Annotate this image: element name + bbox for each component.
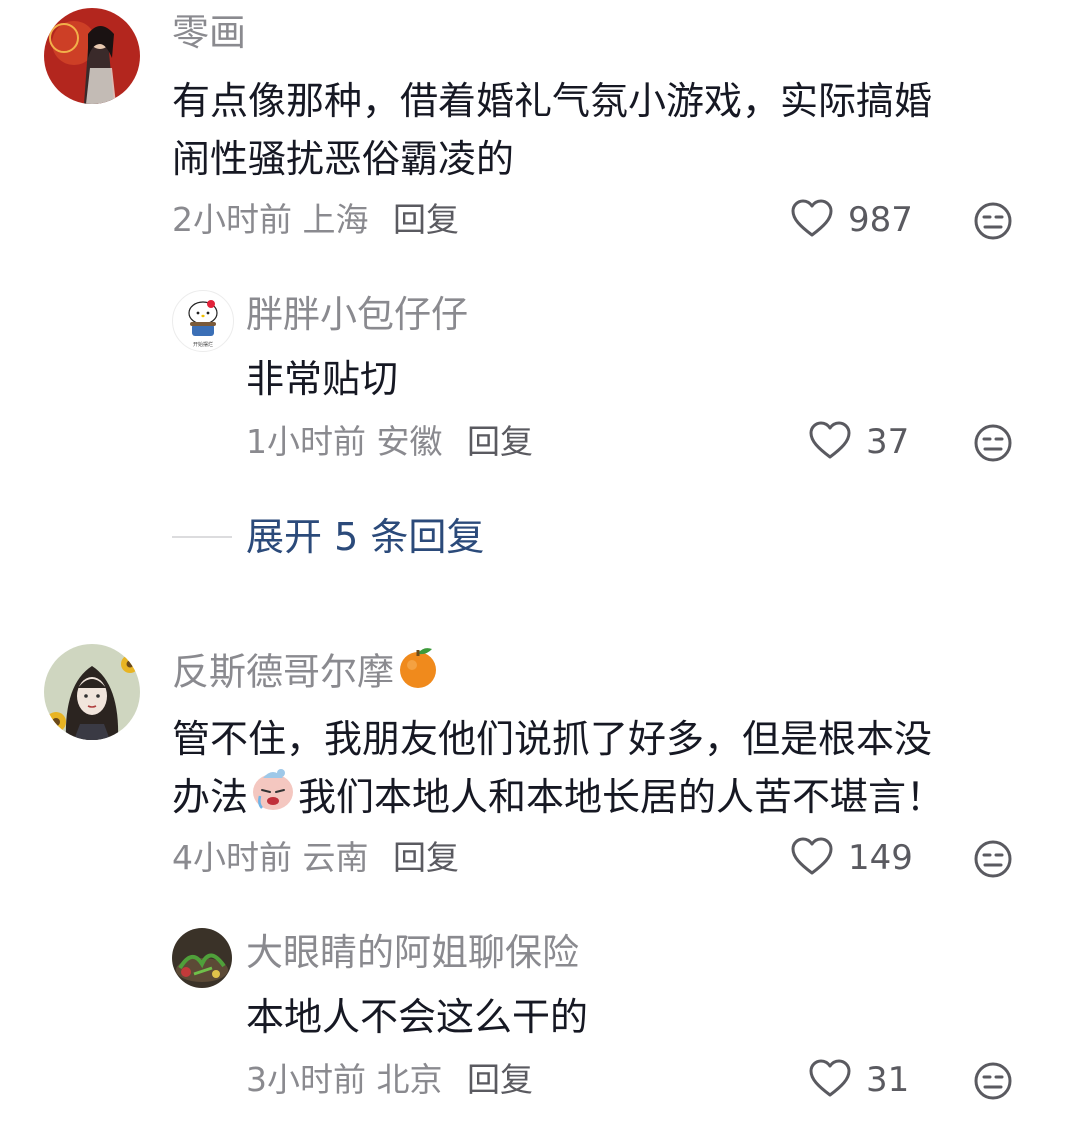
dislike-face-icon[interactable] [973,1061,1013,1105]
comment-content-line: 闹性骚扰恶俗霸凌的 [172,137,515,181]
comment-content: 有点像那种，借着婚礼气氛小游戏，实际搞婚 闹性骚扰恶俗霸凌的 [172,72,932,188]
reply-location: 安徽 [376,422,443,461]
like-button[interactable]: 31 [808,1058,909,1102]
comment-username[interactable]: 反斯德哥尔摩 [172,648,442,697]
reply-button[interactable]: 回复 [467,1060,533,1099]
comment-content-line: 办法 我们本地人和本地长居的人苦不堪言！ [172,768,944,830]
comment-content-line: 有点像那种，借着婚礼气氛小游戏，实际搞婚 [172,79,933,123]
heart-icon [808,420,852,464]
avatar[interactable] [172,928,232,988]
avatar-caption: 开始摆烂 [193,341,213,348]
crying-emoji [248,768,298,830]
comment-username[interactable]: 零画 [172,14,246,51]
comment-content-text: 办法 [172,775,249,819]
reply-location: 北京 [376,1060,443,1099]
reply-meta: 1小时前 安徽 回复 [246,425,533,458]
comment-location: 上海 [302,200,369,239]
like-count: 31 [866,1060,910,1100]
comment-content-line: 管不住，我朋友他们说抓了好多，但是根本没 [172,717,933,761]
reply-username[interactable]: 大眼睛的阿姐聊保险 [246,934,579,971]
heart-icon [790,198,834,242]
like-button[interactable]: 987 [790,198,913,242]
comment-location: 云南 [302,838,369,877]
expand-replies-button[interactable]: 展开 5 条回复 [246,518,484,556]
dislike-face-icon[interactable] [973,839,1013,883]
heart-icon [790,836,834,880]
reply-username[interactable]: 胖胖小包仔仔 [246,296,468,333]
like-button[interactable]: 149 [790,836,913,880]
comment-meta: 4小时前 云南 回复 [172,841,459,874]
comment-username-text: 反斯德哥尔摩 [172,650,394,694]
comment-time: 4小时前 [172,838,292,877]
like-button[interactable]: 37 [808,420,909,464]
orange-emoji [394,648,442,697]
comment-time: 2小时前 [172,200,292,239]
reply-content: 非常贴切 [246,357,399,401]
avatar[interactable] [44,8,140,104]
reply-button[interactable]: 回复 [393,838,459,877]
like-count: 987 [848,200,913,240]
comment-content: 管不住，我朋友他们说抓了好多，但是根本没 办法 我们本地人和本地长居的人苦不堪言… [172,710,944,830]
like-count: 149 [848,838,913,878]
avatar[interactable]: 开始摆烂 [172,290,234,352]
dislike-face-icon[interactable] [973,201,1013,245]
dislike-face-icon[interactable] [973,423,1013,467]
like-count: 37 [866,422,910,462]
avatar[interactable] [44,644,140,740]
reply-time: 1小时前 [246,422,366,461]
comment-meta: 2小时前 上海 回复 [172,203,459,236]
heart-icon [808,1058,852,1102]
reply-content: 本地人不会这么干的 [246,995,589,1039]
comment-content-text: 我们本地人和本地长居的人苦不堪言！ [298,775,945,819]
reply-meta: 3小时前 北京 回复 [246,1063,533,1096]
reply-time: 3小时前 [246,1060,366,1099]
reply-button[interactable]: 回复 [393,200,459,239]
expand-divider [172,536,232,538]
reply-button[interactable]: 回复 [467,422,533,461]
